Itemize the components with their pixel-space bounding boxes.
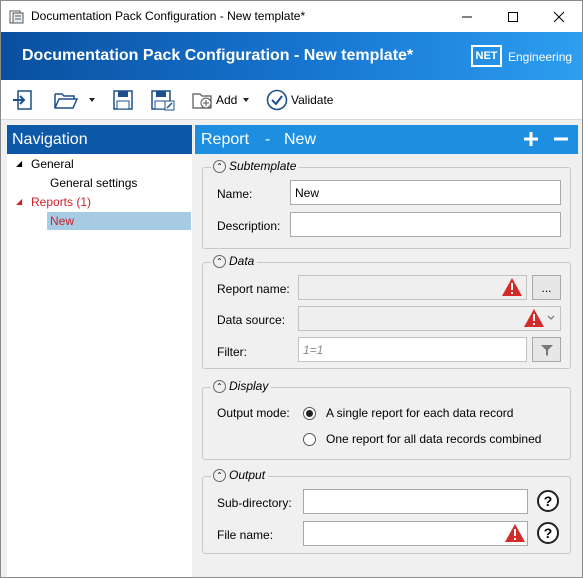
navigation-panel: Navigation ◢ General General settings ◢ … (7, 125, 192, 577)
validate-label: Validate (291, 93, 334, 107)
save-as-button[interactable] (149, 88, 175, 112)
app-window: Documentation Pack Configuration - New t… (0, 0, 583, 578)
maximize-button[interactable] (490, 1, 536, 32)
subdirectory-input[interactable] (303, 489, 528, 514)
expanded-arrow-icon[interactable]: ◢ (16, 193, 22, 211)
data-source-select[interactable] (298, 306, 561, 331)
radio-single-report-label[interactable]: A single report for each data record (326, 406, 513, 420)
radio-dot (306, 410, 313, 417)
app-icon (9, 9, 25, 25)
collapse-icon[interactable]: ⌃ (213, 468, 226, 482)
save-as-icon (151, 90, 175, 111)
add-button[interactable]: Add (191, 88, 251, 112)
file-name-label: File name: (217, 528, 274, 542)
add-folder-icon (192, 93, 212, 109)
plus-icon (524, 132, 538, 146)
tree-item-label: General settings (50, 176, 138, 190)
header-type: Report (201, 131, 250, 148)
output-group: ⌃ Output Sub-directory: ? File name: ? (202, 468, 571, 554)
chevron-down-icon[interactable] (87, 95, 97, 105)
check-circle-icon (266, 89, 288, 111)
import-icon (13, 90, 32, 110)
radio-combined-report[interactable] (303, 433, 316, 446)
header-name: New (284, 131, 317, 148)
remove-item-button[interactable] (551, 129, 571, 149)
group-title-text: Output (229, 468, 266, 482)
file-name-input[interactable] (303, 521, 528, 546)
warning-icon (505, 524, 525, 542)
save-button[interactable] (111, 88, 135, 112)
filter-input[interactable]: 1=1 (298, 337, 527, 362)
minus-icon (554, 137, 568, 141)
subtemplate-group: ⌃ Subtemplate Name: New Description: (202, 159, 571, 249)
name-input[interactable]: New (290, 180, 561, 205)
collapse-icon[interactable]: ⌃ (213, 254, 226, 268)
report-name-label: Report name: (217, 282, 290, 296)
chevron-down-icon (243, 98, 250, 102)
output-mode-label: Output mode: (217, 406, 290, 420)
banner: Documentation Pack Configuration - New t… (1, 32, 582, 80)
open-button[interactable] (53, 88, 97, 112)
folder-open-icon (54, 93, 79, 109)
chevron-down-icon[interactable] (547, 315, 555, 321)
import-button[interactable] (11, 88, 35, 112)
data-group-title: ⌃ Data (211, 254, 258, 268)
data-source-label: Data source: (217, 313, 286, 327)
collapse-icon[interactable]: ⌃ (213, 379, 226, 393)
warning-icon (502, 278, 522, 296)
net-logo: NET (471, 45, 502, 67)
tree-item-reports[interactable]: ◢ Reports (1) (7, 193, 192, 211)
description-label: Description: (217, 219, 281, 233)
name-label: Name: (217, 187, 253, 201)
subdirectory-label: Sub-directory: (217, 496, 292, 510)
help-icon[interactable]: ? (537, 490, 559, 512)
minimize-button[interactable] (444, 1, 490, 32)
output-group-title: ⌃ Output (211, 468, 269, 482)
main-panel: Report - New ⌃ Subtemplate Name: New Des… (195, 125, 578, 577)
validate-button[interactable]: Validate (266, 88, 333, 112)
window-title: Documentation Pack Configuration - New t… (31, 9, 306, 23)
toolbar: Add Validate (1, 80, 582, 120)
header-separator: - (265, 131, 271, 148)
tree-item-label: General (31, 157, 74, 171)
tree-item-label: New (50, 214, 75, 228)
report-name-input[interactable] (298, 275, 527, 300)
tree-item-general[interactable]: ◢ General (7, 155, 192, 173)
description-input[interactable] (290, 212, 561, 237)
add-item-button[interactable] (521, 129, 541, 149)
main-header: Report - New (195, 125, 578, 154)
filter-button[interactable] (532, 337, 561, 362)
save-icon (113, 90, 133, 110)
close-button[interactable] (536, 1, 582, 32)
group-title-text: Subtemplate (229, 159, 297, 173)
tree-item-label: Reports (1) (31, 195, 92, 209)
add-label: Add (216, 93, 238, 107)
close-icon (553, 11, 565, 22)
funnel-icon (540, 344, 553, 356)
data-group: ⌃ Data Report name: ... Data source: Fil… (202, 254, 571, 369)
browse-button[interactable]: ... (532, 275, 561, 300)
filter-label: Filter: (217, 345, 247, 359)
warning-icon (524, 309, 544, 327)
collapse-icon[interactable]: ⌃ (213, 159, 226, 173)
navigation-header: Navigation (7, 125, 192, 154)
tree-item-general-settings[interactable]: General settings (7, 174, 192, 192)
help-icon[interactable]: ? (537, 522, 559, 544)
title-bar: Documentation Pack Configuration - New t… (1, 1, 582, 32)
logo-text: Engineering (508, 50, 573, 64)
maximize-icon (508, 11, 518, 22)
tree-item-new[interactable]: New (47, 212, 191, 230)
radio-single-report[interactable] (303, 407, 316, 420)
group-title-text: Data (229, 254, 255, 268)
expanded-arrow-icon[interactable]: ◢ (16, 155, 22, 173)
group-title-text: Display (229, 379, 269, 393)
radio-combined-report-label[interactable]: One report for all data records combined (326, 432, 541, 446)
filter-placeholder: 1=1 (303, 343, 324, 357)
display-group-title: ⌃ Display (211, 379, 272, 393)
minimize-icon (462, 16, 472, 17)
display-group: ⌃ Display Output mode: A single report f… (202, 379, 571, 460)
subtemplate-group-title: ⌃ Subtemplate (211, 159, 300, 173)
banner-title: Documentation Pack Configuration - New t… (22, 47, 414, 64)
